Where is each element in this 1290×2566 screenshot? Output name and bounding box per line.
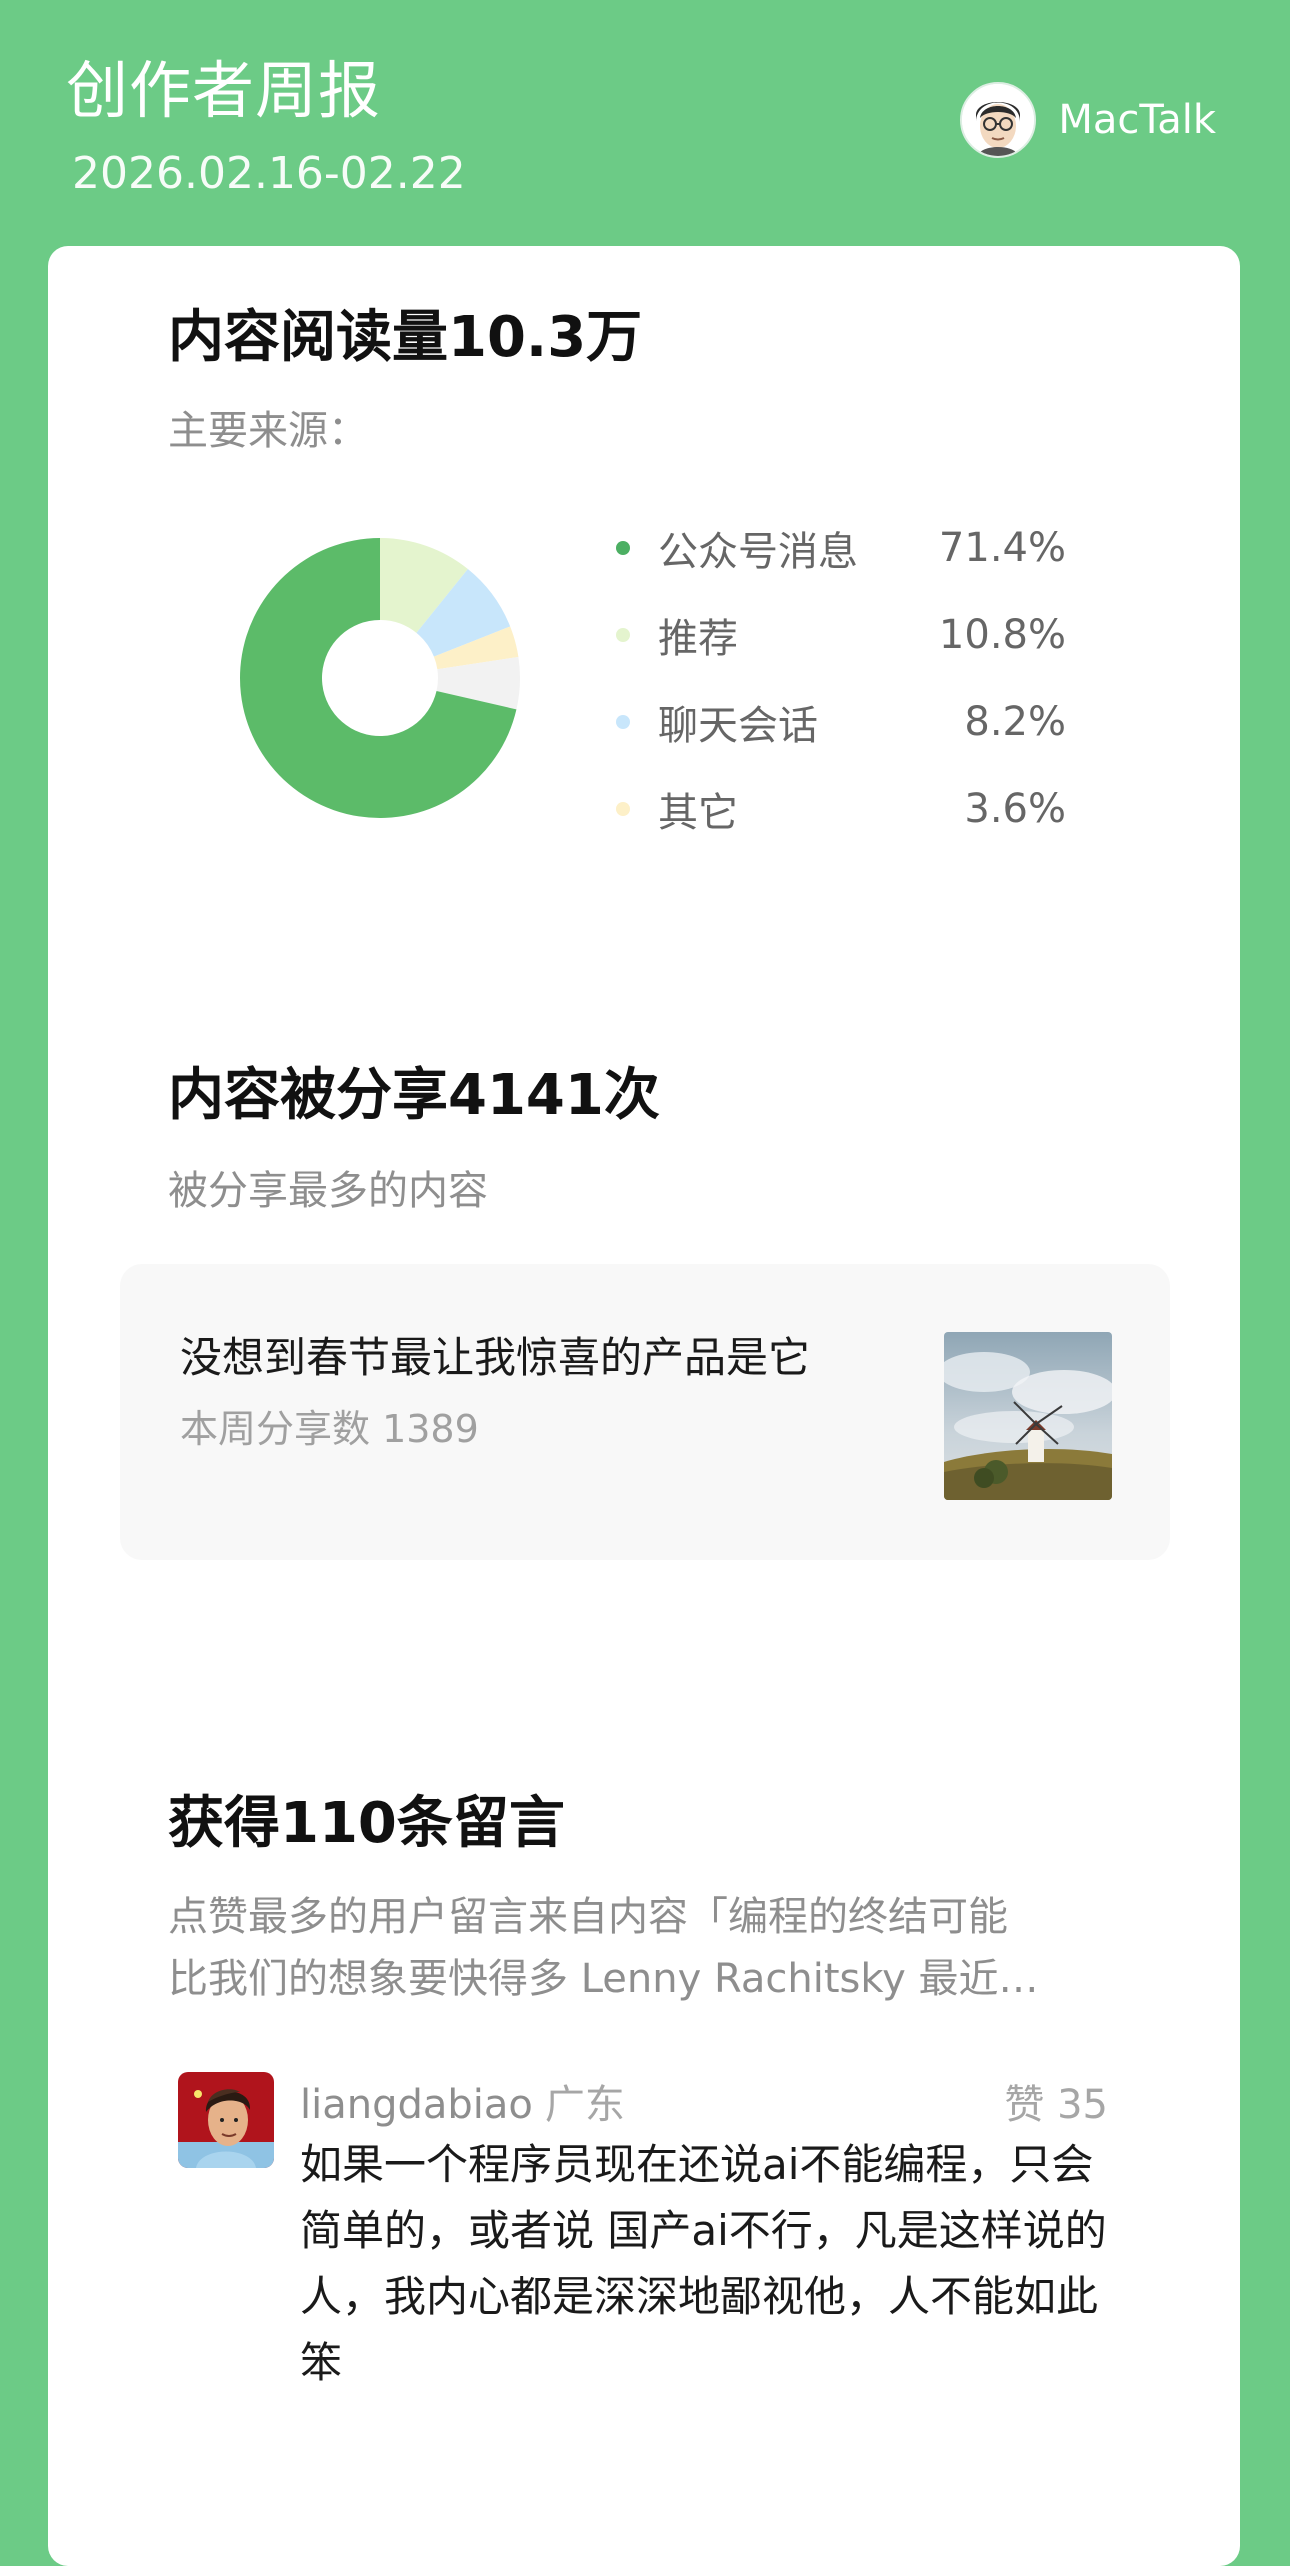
comment-like-count[interactable]: 赞 35 (1004, 2072, 1108, 2130)
legend-value: 3.6% (964, 785, 1066, 832)
top-shared-article[interactable]: 没想到春节最让我惊喜的产品是它 本周分享数 1389 (120, 1264, 1170, 1560)
reads-subtitle: 主要来源： (168, 408, 368, 454)
comments-description-line: 比我们的想象要快得多 Lenny Rachitsky 最近… (168, 1956, 1039, 2002)
legend-item: 推荐 10.8% (616, 591, 1066, 678)
account-name: MacTalk (1058, 97, 1216, 143)
comment-text: 如果一个程序员现在还说ai不能编程，只会简单的，或者说 国产ai不行，凡是这样说… (300, 2140, 1107, 2387)
legend-label: 推荐 (658, 615, 738, 662)
comments-description-line: 点赞最多的用户留言来自内容「编程的终结可能 (168, 1894, 1008, 1940)
legend-item: 公众号消息 71.4% (616, 504, 1066, 591)
top-shared-count: 本周分享数 1389 (180, 1407, 479, 1451)
windmill-photo-icon (944, 1332, 1112, 1500)
legend-value: 10.8% (938, 611, 1066, 658)
legend-dot-icon (616, 540, 630, 555)
legend-dot-icon (616, 801, 630, 816)
comments-description[interactable]: 点赞最多的用户留言来自内容「编程的终结可能 比我们的想象要快得多 Lenny R… (168, 1886, 1128, 2010)
comment-username[interactable]: liangdabiao (300, 2082, 533, 2128)
source-donut-chart (240, 538, 520, 818)
legend-value: 8.2% (964, 698, 1066, 745)
comment-region: 广东 (544, 2082, 625, 2128)
legend-item: 其它 3.6% (616, 765, 1066, 852)
shares-subtitle: 被分享最多的内容 (168, 1168, 488, 1214)
report-card: 内容阅读量10.3万 主要来源： 公众号消息 71.4% 推荐 10.8% 聊天会话 8.… (48, 246, 1240, 2566)
legend-dot-icon (616, 627, 630, 642)
commenter-avatar-icon[interactable] (178, 2072, 274, 2168)
reads-title: 内容阅读量10.3万 (168, 305, 643, 370)
source-legend: 公众号消息 71.4% 推荐 10.8% 聊天会话 8.2% 其它 3.6% (616, 504, 1066, 852)
legend-value: 71.4% (938, 524, 1066, 571)
page-title: 创作者周报 (66, 54, 382, 127)
comment-header: liangdabiao 广东 赞 35 (300, 2072, 1108, 2130)
legend-item: 聊天会话 8.2% (616, 678, 1066, 765)
top-shared-title: 没想到春节最让我惊喜的产品是它 (180, 1333, 811, 1382)
legend-label: 公众号消息 (658, 528, 858, 575)
legend-label: 聊天会话 (658, 702, 818, 749)
legend-label: 其它 (658, 789, 738, 836)
account-badge[interactable]: MacTalk (960, 82, 1216, 158)
shares-title: 内容被分享4141次 (168, 1063, 660, 1128)
account-avatar-icon (960, 82, 1037, 158)
comments-title: 获得110条留言 (168, 1791, 565, 1856)
date-range: 2026.02.16-02.22 (72, 148, 466, 199)
legend-dot-icon (616, 714, 630, 729)
